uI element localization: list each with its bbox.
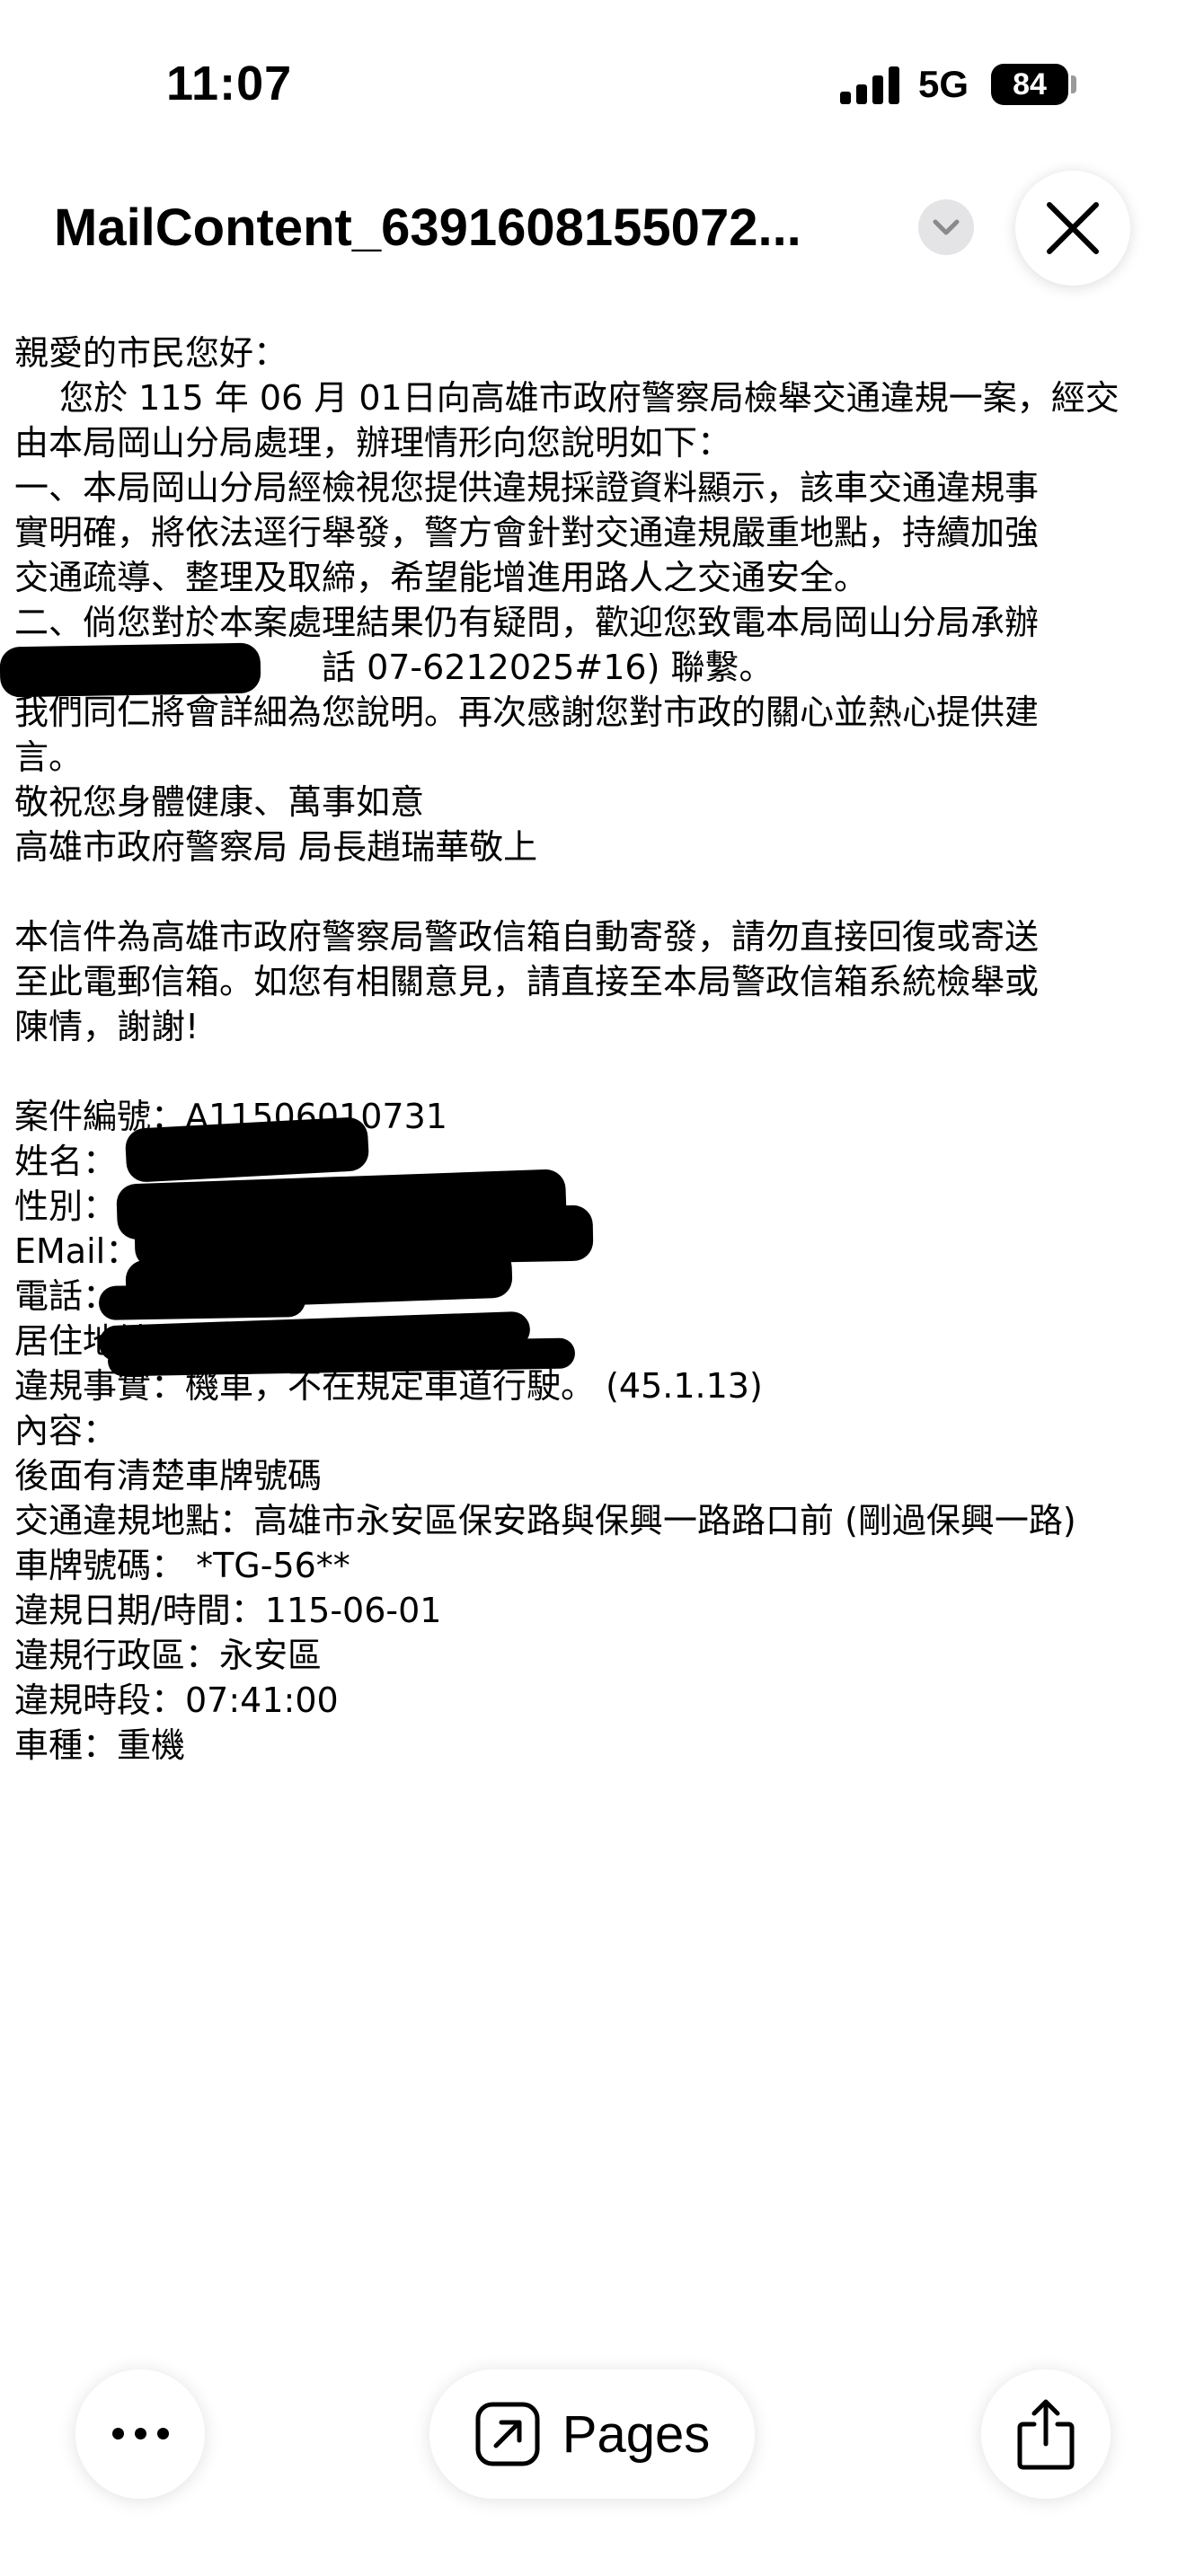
violation-time: 違規時段：07:41:00 — [14, 1681, 339, 1720]
notice-line: 本信件為高雄市政府警察局警政信箱自動寄發，請勿直接回復或寄送 — [14, 917, 1040, 957]
violation-date: 違規日期/時間：115-06-01 — [14, 1591, 442, 1630]
email-body: 親愛的市民您好： 您於 115 年 06 月 01日向高雄市政府警察局檢舉交通違… — [14, 331, 1182, 1768]
greeting-line: 親愛的市民您好： — [14, 333, 288, 373]
network-type: 5G — [918, 63, 969, 105]
more-button[interactable] — [75, 2369, 205, 2499]
open-external-icon — [475, 2402, 540, 2466]
pages-label: Pages — [562, 2404, 711, 2464]
share-icon — [1017, 2399, 1075, 2470]
content-text: 後面有清楚車牌號碼 — [14, 1456, 323, 1495]
redaction-mark — [0, 642, 261, 698]
signal-strength-icon — [840, 66, 903, 104]
document-title[interactable]: MailContent_6391608155072... — [54, 198, 890, 258]
signature-line: 高雄市政府警察局 局長趙瑞華敬上 — [14, 827, 538, 867]
chevron-down-icon[interactable] — [918, 199, 974, 255]
battery-cap — [1071, 75, 1076, 93]
content-label: 內容： — [14, 1411, 118, 1451]
body-line: 二、倘您對於本案處理結果仍有疑問，歡迎您致電本局岡山分局承辦 — [14, 603, 1040, 642]
body-line: 言。 — [14, 737, 84, 777]
violation-district: 違規行政區：永安區 — [14, 1636, 323, 1675]
close-icon — [1047, 202, 1099, 254]
body-line: 由本局岡山分局處理，辦理情形向您說明如下： — [14, 423, 732, 463]
notice-line: 陳情，謝謝! — [14, 1007, 199, 1046]
share-button[interactable] — [981, 2369, 1111, 2499]
status-time: 11:07 — [166, 57, 293, 110]
open-in-pages-button[interactable]: Pages — [429, 2369, 755, 2499]
redaction-mark — [98, 1282, 306, 1321]
body-line: 您於 115 年 06 月 01日向高雄市政府警察局檢舉交通違規一案，經交 — [14, 378, 1120, 418]
violation-location: 交通違規地點：高雄市永安區保安路與保興一路路口前 (剛過保興一路) — [14, 1501, 1076, 1540]
plate-number: 車牌號碼： *TG-56** — [14, 1546, 350, 1585]
body-line: 一、本局岡山分局經檢視您提供違規採證資料顯示，該車交通違規事 — [14, 468, 1040, 507]
body-line: 交通疏導、整理及取締，希望能增進用路人之交通安全。 — [14, 558, 869, 597]
document-header: MailContent_6391608155072... — [0, 171, 1186, 286]
battery-icon: 84 — [991, 64, 1068, 105]
notice-line: 至此電郵信箱。如您有相關意見，請直接至本局警政信箱系統檢舉或 — [14, 962, 1040, 1001]
close-button[interactable] — [1015, 171, 1130, 286]
more-icon — [107, 2426, 174, 2443]
body-line: 我們同仁將會詳細為您說明。再次感謝您對市政的關心並熱心提供建 — [14, 693, 1040, 732]
status-bar: 11:07 5G 84 — [0, 0, 1186, 171]
body-line: 實明確，將依法逕行舉發，警方會針對交通違規嚴重地點，持續加強 — [14, 513, 1040, 552]
vehicle-type: 車種：重機 — [14, 1725, 186, 1765]
closing-line: 敬祝您身體健康、萬事如意 — [14, 782, 425, 822]
